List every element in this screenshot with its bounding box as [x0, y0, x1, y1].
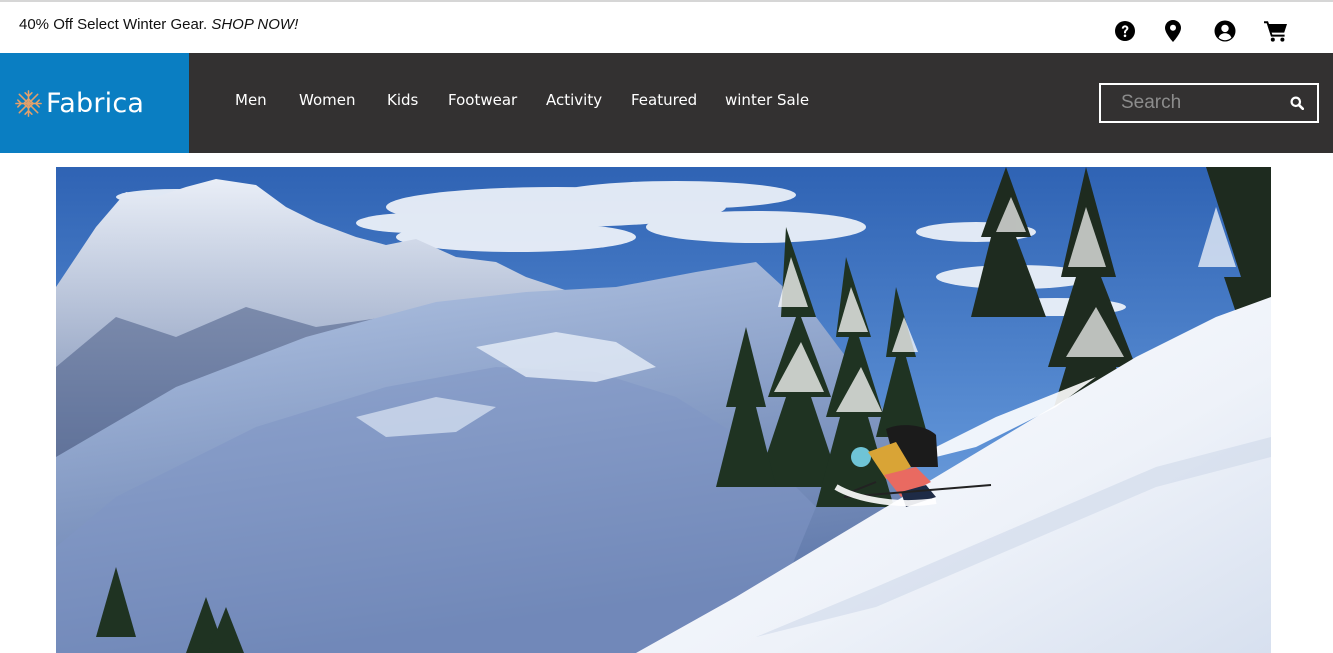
- search-button[interactable]: [1277, 85, 1317, 121]
- hero-banner[interactable]: [56, 167, 1271, 653]
- utility-nav: [0, 19, 1333, 43]
- search-icon: [1290, 96, 1304, 110]
- cart-button[interactable]: [1264, 19, 1288, 43]
- shopping-cart-icon: [1264, 21, 1287, 42]
- hero-image: [56, 167, 1271, 653]
- search-bar: [1099, 83, 1319, 123]
- nav-item-kids[interactable]: Kids: [387, 91, 418, 109]
- map-pin-icon: [1165, 20, 1181, 42]
- nav-item-women[interactable]: Women: [299, 91, 355, 109]
- promo-bar: 40% Off Select Winter Gear. SHOP NOW!: [0, 0, 1333, 53]
- site-header: Fabrica Men Women Kids Footwear Activity…: [0, 53, 1333, 153]
- account-button[interactable]: [1213, 19, 1237, 43]
- nav-item-activity[interactable]: Activity: [546, 91, 602, 109]
- nav-item-winter-sale[interactable]: winter Sale: [725, 91, 809, 109]
- search-input[interactable]: [1101, 85, 1279, 121]
- question-circle-icon: [1115, 21, 1135, 41]
- nav-item-footwear[interactable]: Footwear: [448, 91, 517, 109]
- store-locator-button[interactable]: [1161, 19, 1185, 43]
- help-button[interactable]: [1113, 19, 1137, 43]
- nav-item-men[interactable]: Men: [235, 91, 267, 109]
- user-circle-icon: [1214, 20, 1236, 42]
- main-nav: Men Women Kids Footwear Activity Feature…: [0, 53, 900, 153]
- page: 40% Off Select Winter Gear. SHOP NOW! Fa…: [0, 0, 1333, 653]
- nav-item-featured[interactable]: Featured: [631, 91, 697, 109]
